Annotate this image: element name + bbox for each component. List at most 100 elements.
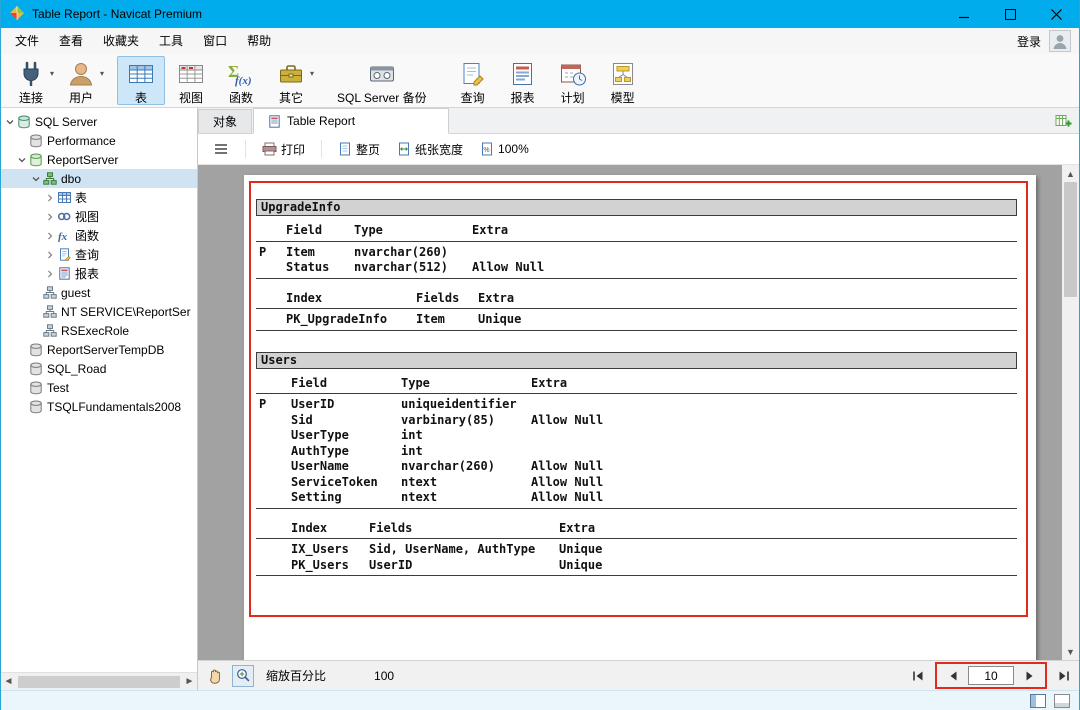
tree-item-sql-server[interactable]: SQL Server [1, 112, 197, 131]
chevron-right-icon[interactable] [43, 212, 56, 222]
paper-width-button[interactable]: 纸张宽度 [392, 138, 468, 161]
tree-item-reportservertempdb[interactable]: ReportServerTempDB [1, 340, 197, 359]
user-avatar[interactable] [1049, 30, 1071, 52]
scroll-left-arrow-icon[interactable]: ◄ [1, 674, 16, 690]
close-button[interactable] [1033, 0, 1079, 28]
toolbox-icon [277, 60, 305, 88]
tree-item-views[interactable]: 视图 [1, 207, 197, 226]
schedule-button[interactable]: 计划 [549, 56, 597, 105]
previous-page-button[interactable] [943, 667, 961, 685]
user-button[interactable]: ▾ 用户 [57, 56, 105, 105]
layout-left-pane-toggle[interactable] [1029, 693, 1047, 709]
cell-fields: UserID [366, 558, 556, 574]
scroll-up-arrow-icon[interactable]: ▲ [1062, 165, 1079, 182]
function-button[interactable]: Σf(x) 函数 [217, 56, 265, 105]
scroll-down-arrow-icon[interactable]: ▼ [1062, 643, 1079, 660]
first-page-button[interactable] [909, 667, 927, 685]
chevron-down-icon[interactable] [3, 117, 16, 127]
cell-index: PK_UpgradeInfo [283, 312, 413, 328]
next-page-button[interactable] [1021, 667, 1039, 685]
new-tab-button[interactable] [1053, 112, 1073, 130]
field-row: ServiceToken ntext Allow Null [256, 475, 1017, 491]
tree-item-guest[interactable]: guest [1, 283, 197, 302]
tree-item-test[interactable]: Test [1, 378, 197, 397]
field-row: UserName nvarchar(260) Allow Null [256, 459, 1017, 475]
tree-item-rsexecrole[interactable]: RSExecRole [1, 321, 197, 340]
menu-favorites[interactable]: 收藏夹 [93, 28, 149, 54]
tree-item-tsqlfundamentals2008[interactable]: TSQLFundamentals2008 [1, 397, 197, 416]
maximize-button[interactable] [987, 0, 1033, 28]
annotation-rect-pager: 10 [935, 662, 1047, 689]
tree-item-sql-road[interactable]: SQL_Road [1, 359, 197, 378]
whole-page-button[interactable]: 整页 [333, 138, 385, 161]
tree-item-performance[interactable]: Performance [1, 131, 197, 150]
sidebar-horizontal-scrollbar[interactable]: ◄ ► [1, 672, 197, 690]
zoom-100-button[interactable]: % 100% [475, 139, 534, 159]
menu-view[interactable]: 查看 [49, 28, 93, 54]
navigation-pane: SQL Server Performance ReportServer dbo [1, 108, 198, 690]
report-button[interactable]: 报表 [499, 56, 547, 105]
tree-item-dbo[interactable]: dbo [1, 169, 197, 188]
last-page-button[interactable] [1055, 667, 1073, 685]
tree-item-functions[interactable]: fx 函数 [1, 226, 197, 245]
menu-file[interactable]: 文件 [5, 28, 49, 54]
table-title: UpgradeInfo [256, 199, 1017, 216]
scrollbar-thumb[interactable] [18, 676, 180, 688]
chevron-down-icon[interactable] [29, 174, 42, 184]
report-menu-button[interactable] [208, 139, 234, 159]
col-header-extra: Extra [528, 376, 1017, 392]
cell-key [256, 428, 288, 444]
scrollbar-thumb[interactable] [1064, 182, 1077, 297]
app-status-bar [1, 690, 1079, 710]
login-link[interactable]: 登录 [1017, 33, 1041, 50]
report-preview-area[interactable]: UpgradeInfo Field Type Extra P [198, 165, 1062, 660]
tab-table-report[interactable]: Table Report [253, 108, 449, 134]
cell-field: Status [283, 260, 351, 276]
tree-item-queries[interactable]: 查询 [1, 245, 197, 264]
others-button[interactable]: ▾ 其它 [267, 56, 315, 105]
menu-window[interactable]: 窗口 [193, 28, 237, 54]
tree-item-reports[interactable]: 报表 [1, 264, 197, 283]
menu-tools[interactable]: 工具 [149, 28, 193, 54]
query-small-icon [56, 248, 72, 261]
chevron-right-icon[interactable] [43, 193, 56, 203]
first-page-icon [911, 670, 925, 682]
svg-text:f(x): f(x) [235, 75, 252, 87]
cell-extra: Allow Null [469, 260, 1017, 276]
scroll-right-arrow-icon[interactable]: ► [182, 674, 197, 690]
model-icon [609, 60, 637, 88]
tab-objects[interactable]: 对象 [198, 109, 252, 133]
cell-field: AuthType [288, 444, 398, 460]
chevron-right-icon[interactable] [43, 250, 56, 260]
divider [256, 241, 1017, 242]
preview-vertical-scrollbar[interactable]: ▲ ▼ [1062, 165, 1079, 660]
chevron-down-icon[interactable] [15, 155, 28, 165]
tree-item-tables[interactable]: 表 [1, 188, 197, 207]
report-tab-icon [268, 115, 281, 128]
tree-item-reportserver[interactable]: ReportServer [1, 150, 197, 169]
backup-button[interactable]: SQL Server 备份 [327, 56, 437, 105]
page-number-input[interactable]: 10 [968, 666, 1014, 685]
cell-type: int [398, 444, 528, 460]
zoom-tool-button[interactable] [232, 665, 254, 687]
minimize-button[interactable] [941, 0, 987, 28]
cell-key [256, 459, 288, 475]
view-button[interactable]: 视图 [167, 56, 215, 105]
connection-button[interactable]: ▾ 连接 [7, 56, 55, 105]
divider [256, 538, 1017, 539]
print-button[interactable]: 打印 [257, 138, 310, 161]
hand-tool-button[interactable] [204, 665, 226, 687]
index-row: PK_UpgradeInfo Item Unique [283, 312, 1017, 328]
chevron-right-icon[interactable] [43, 269, 56, 279]
query-button[interactable]: 查询 [449, 56, 497, 105]
cell-extra: Unique [475, 312, 1017, 328]
table-button[interactable]: 表 [117, 56, 165, 105]
chevron-right-icon[interactable] [43, 231, 56, 241]
title-bar: Table Report - Navicat Premium [1, 0, 1079, 28]
menu-help[interactable]: 帮助 [237, 28, 281, 54]
model-button[interactable]: 模型 [599, 56, 647, 105]
backup-icon [368, 60, 396, 88]
cell-field: Setting [288, 490, 398, 506]
tree-item-nt-service[interactable]: NT SERVICE\ReportSer [1, 302, 197, 321]
layout-bottom-pane-toggle[interactable] [1053, 693, 1071, 709]
